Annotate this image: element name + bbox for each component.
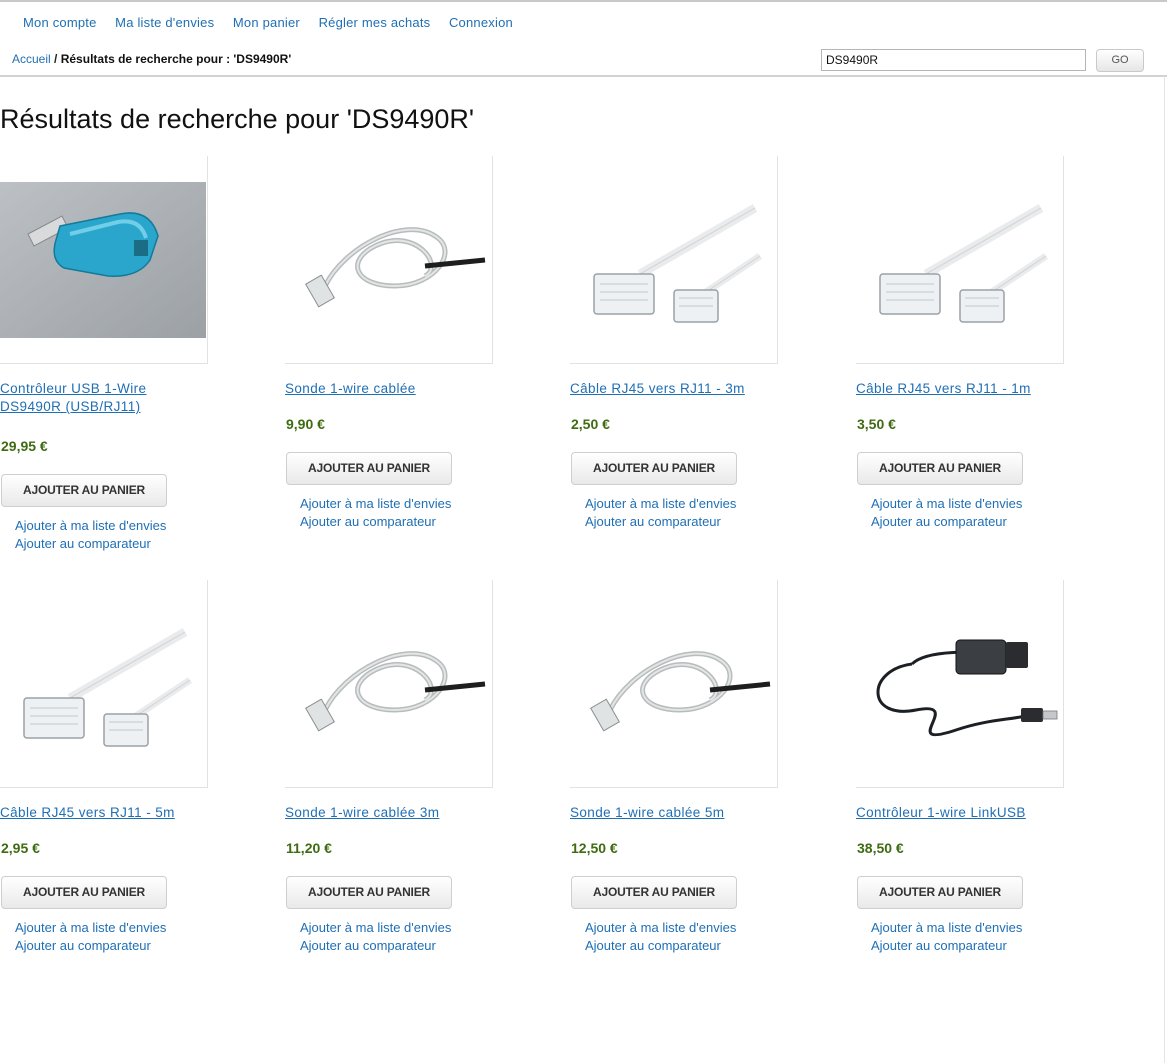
add-to-compare-link[interactable]: Ajouter au comparateur bbox=[871, 514, 1007, 529]
product-price: 2,95 € bbox=[1, 840, 40, 856]
product-price: 11,20 € bbox=[286, 840, 332, 856]
add-to-compare-link[interactable]: Ajouter au comparateur bbox=[871, 938, 1007, 953]
add-to-wishlist-link[interactable]: Ajouter à ma liste d'envies bbox=[300, 920, 451, 935]
product-name-link[interactable]: Contrôleur 1-wire LinkUSB bbox=[856, 804, 1056, 822]
breadcrumb-home[interactable]: Accueil bbox=[12, 52, 51, 66]
add-to-cart-button[interactable]: AJOUTER AU PANIER bbox=[571, 452, 737, 485]
add-to-cart-button[interactable]: AJOUTER AU PANIER bbox=[286, 876, 452, 909]
product-image[interactable] bbox=[570, 156, 778, 364]
add-to-wishlist-link[interactable]: Ajouter à ma liste d'envies bbox=[585, 496, 736, 511]
nav-login[interactable]: Connexion bbox=[449, 15, 513, 30]
product-name-link[interactable]: Sonde 1-wire cablée 5m bbox=[570, 804, 770, 822]
add-to-cart-button[interactable]: AJOUTER AU PANIER bbox=[286, 452, 452, 485]
add-to-cart-button[interactable]: AJOUTER AU PANIER bbox=[1, 876, 167, 909]
add-to-cart-button[interactable]: AJOUTER AU PANIER bbox=[857, 452, 1023, 485]
add-to-wishlist-link[interactable]: Ajouter à ma liste d'envies bbox=[15, 518, 166, 533]
product-price: 12,50 € bbox=[571, 840, 618, 856]
search-go-button[interactable]: GO bbox=[1096, 49, 1144, 72]
nav-wishlist[interactable]: Ma liste d'envies bbox=[115, 15, 214, 30]
product-image[interactable] bbox=[570, 580, 778, 788]
content-right-border bbox=[1164, 76, 1165, 1063]
breadcrumb-separator: / bbox=[54, 52, 58, 66]
nav-cart[interactable]: Mon panier bbox=[233, 15, 300, 30]
add-to-wishlist-link[interactable]: Ajouter à ma liste d'envies bbox=[871, 920, 1022, 935]
nav-my-account[interactable]: Mon compte bbox=[23, 15, 97, 30]
product-price: 29,95 € bbox=[1, 438, 48, 454]
product-name-link[interactable]: Sonde 1-wire cablée bbox=[285, 380, 485, 398]
add-to-wishlist-link[interactable]: Ajouter à ma liste d'envies bbox=[300, 496, 451, 511]
header-divider bbox=[0, 75, 1167, 77]
product-image[interactable] bbox=[285, 580, 493, 788]
add-to-wishlist-link[interactable]: Ajouter à ma liste d'envies bbox=[585, 920, 736, 935]
add-to-compare-link[interactable]: Ajouter au comparateur bbox=[15, 536, 151, 551]
product-price: 2,50 € bbox=[571, 416, 610, 432]
product-name-link[interactable]: Câble RJ45 vers RJ11 - 3m bbox=[570, 380, 770, 398]
top-nav: Mon compte Ma liste d'envies Mon panier … bbox=[23, 15, 528, 30]
breadcrumb-current: Résultats de recherche pour : 'DS9490R' bbox=[60, 52, 292, 66]
add-to-compare-link[interactable]: Ajouter au comparateur bbox=[585, 938, 721, 953]
product-image[interactable] bbox=[0, 156, 208, 364]
product-image[interactable] bbox=[856, 580, 1064, 788]
add-to-compare-link[interactable]: Ajouter au comparateur bbox=[15, 938, 151, 953]
product-price: 38,50 € bbox=[857, 840, 904, 856]
product-image[interactable] bbox=[285, 156, 493, 364]
product-name-link[interactable]: Sonde 1-wire cablée 3m bbox=[285, 804, 485, 822]
add-to-cart-button[interactable]: AJOUTER AU PANIER bbox=[571, 876, 737, 909]
nav-checkout[interactable]: Régler mes achats bbox=[319, 15, 431, 30]
search-input[interactable] bbox=[821, 49, 1086, 71]
product-price: 9,90 € bbox=[286, 416, 325, 432]
add-to-cart-button[interactable]: AJOUTER AU PANIER bbox=[857, 876, 1023, 909]
top-border bbox=[0, 0, 1167, 2]
add-to-wishlist-link[interactable]: Ajouter à ma liste d'envies bbox=[15, 920, 166, 935]
add-to-compare-link[interactable]: Ajouter au comparateur bbox=[300, 514, 436, 529]
product-price: 3,50 € bbox=[857, 416, 896, 432]
product-name-link[interactable]: Câble RJ45 vers RJ11 - 5m bbox=[0, 804, 200, 822]
product-name-link[interactable]: Câble RJ45 vers RJ11 - 1m bbox=[856, 380, 1056, 398]
breadcrumb: Accueil / Résultats de recherche pour : … bbox=[12, 52, 291, 66]
add-to-compare-link[interactable]: Ajouter au comparateur bbox=[585, 514, 721, 529]
product-image[interactable] bbox=[856, 156, 1064, 364]
add-to-cart-button[interactable]: AJOUTER AU PANIER bbox=[1, 474, 167, 507]
add-to-wishlist-link[interactable]: Ajouter à ma liste d'envies bbox=[871, 496, 1022, 511]
page-title: Résultats de recherche pour 'DS9490R' bbox=[0, 104, 475, 134]
product-name-link[interactable]: Contrôleur USB 1-Wire DS9490R (USB/RJ11) bbox=[0, 380, 200, 416]
product-image[interactable] bbox=[0, 580, 208, 788]
add-to-compare-link[interactable]: Ajouter au comparateur bbox=[300, 938, 436, 953]
